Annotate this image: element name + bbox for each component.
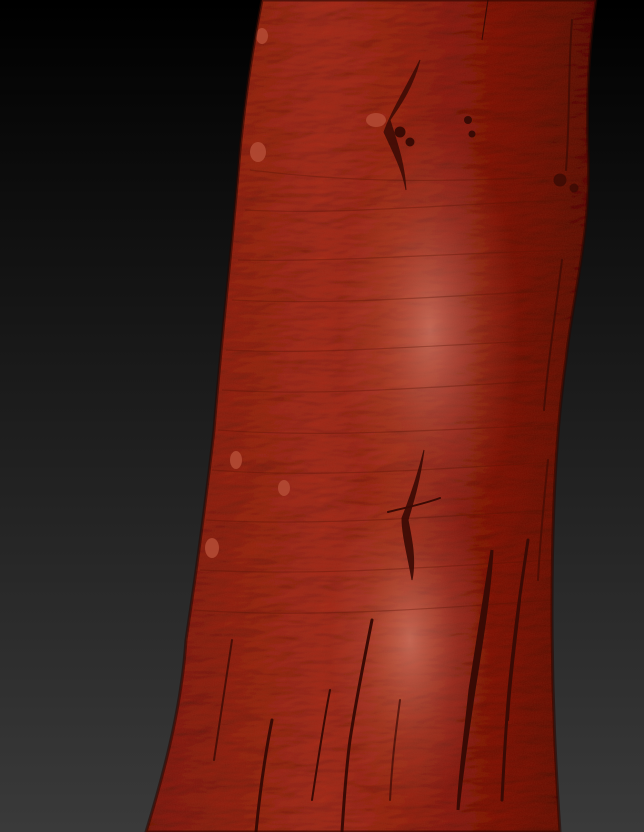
sculpt-canvas	[0, 0, 644, 832]
sculpt-viewport	[0, 0, 644, 832]
